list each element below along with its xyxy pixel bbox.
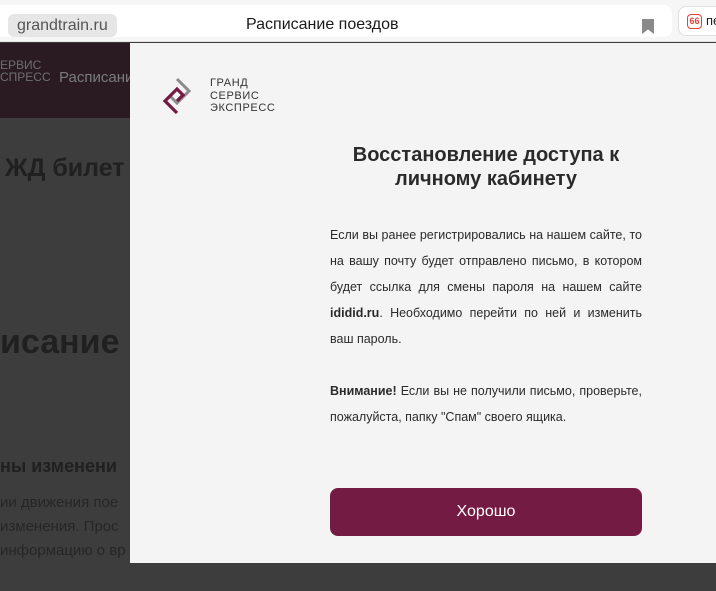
brand-logo-icon [162, 77, 192, 115]
paragraph-line: изменения. Прос [0, 518, 119, 535]
domain-pill[interactable]: grandtrain.ru [8, 14, 117, 37]
instructions-start: Если вы ранее регистрировались на нашем … [330, 228, 642, 294]
address-bar[interactable]: grandtrain.ru Расписание поездов [0, 5, 672, 37]
warning-label: Внимание! [330, 384, 397, 398]
paragraph-line: информацию о вр [0, 542, 126, 559]
heading-tickets: ЖД билет [5, 154, 125, 182]
site-logo: ЕРВИС СПРЕСС [0, 59, 51, 84]
page-title: Расписание поездов [246, 16, 399, 33]
password-recovery-modal: ГРАНД СЕРВИС ЭКСПРЕСС Восстановление дос… [130, 43, 716, 563]
heading-changes: ны изменени [0, 456, 117, 476]
browser-toolbar: grandtrain.ru Расписание поездов 66 пе [0, 0, 716, 42]
heading-schedule: исание [0, 323, 120, 361]
bookmark-icon[interactable] [641, 18, 655, 35]
brand-name: ГРАНД СЕРВИС ЭКСПРЕСС [210, 77, 275, 115]
modal-title: Восстановление доступа к личному кабинет… [352, 144, 620, 190]
brand-line: ЭКСПРЕСС [210, 102, 276, 114]
site-logo-line: СПРЕСС [0, 70, 51, 84]
instructions-text: Если вы ранее регистрировались на нашем … [330, 222, 642, 352]
ok-button[interactable]: Хорошо [330, 488, 642, 536]
extension-label: пе [706, 13, 716, 28]
extension-tab[interactable]: 66 пе [678, 6, 716, 36]
site-name: ididid.ru [330, 306, 380, 320]
paragraph-line: ии движения пое [0, 494, 119, 511]
warning-text: Внимание! Если вы не получили письмо, пр… [330, 378, 642, 430]
brand-line: СЕРВИС [210, 89, 260, 102]
brand-line: ГРАНД [210, 77, 249, 89]
quote-icon: 66 [687, 14, 702, 29]
